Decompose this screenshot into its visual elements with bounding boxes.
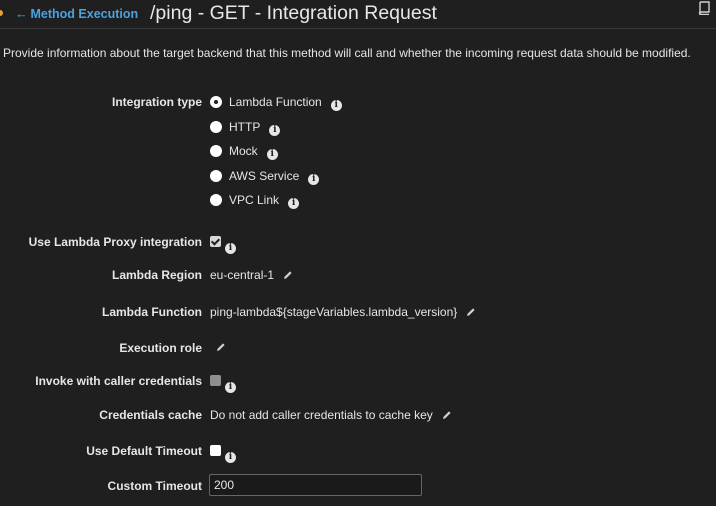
status-dot	[0, 10, 3, 16]
lambda-function-label: Lambda Function	[102, 305, 202, 319]
integration-type-row: VPC Link i	[0, 191, 716, 211]
proxy-integration-checkbox[interactable]	[210, 236, 221, 247]
invoke-caller-label: Invoke with caller credentials	[35, 374, 202, 388]
info-icon[interactable]: i	[269, 125, 281, 136]
default-timeout-checkbox[interactable]	[210, 445, 221, 456]
page-title: /ping - GET - Integration Request	[150, 2, 437, 24]
integration-type-row: HTTP i	[0, 118, 716, 138]
info-icon[interactable]: i	[225, 382, 236, 393]
info-icon[interactable]: i	[308, 174, 320, 185]
proxy-integration-label: Use Lambda Proxy integration	[28, 235, 202, 249]
lambda-region-label: Lambda Region	[111, 268, 202, 282]
info-icon[interactable]: i	[288, 198, 300, 209]
info-icon[interactable]: i	[225, 243, 236, 254]
lambda-function-value: ping-lambda${stageVariables.lambda_versi…	[210, 305, 476, 319]
radio-vpc-link[interactable]	[210, 194, 222, 206]
custom-timeout-label: Custom Timeout	[107, 479, 202, 493]
radio-lambda-function[interactable]	[210, 96, 222, 108]
pencil-icon[interactable]	[283, 270, 293, 280]
default-timeout-row: Use Default Timeout i	[0, 442, 716, 463]
execution-role-label: Execution role	[119, 341, 202, 355]
invoke-caller-row: Invoke with caller credentials i	[0, 372, 716, 393]
default-timeout-label: Use Default Timeout	[86, 444, 202, 458]
proxy-integration-row: Use Lambda Proxy integration i	[0, 233, 716, 254]
integration-type-row: Integration type Lambda Function i	[0, 93, 716, 113]
pencil-icon[interactable]	[442, 410, 452, 420]
invoke-caller-checkbox[interactable]	[210, 375, 221, 386]
info-icon[interactable]: i	[225, 452, 236, 463]
book-icon[interactable]	[698, 1, 710, 15]
lambda-region-row: Lambda Region eu-central-1	[0, 266, 716, 286]
page-header: ← Method Execution /ping - GET - Integrat…	[0, 0, 716, 29]
back-arrow-icon: ←	[15, 7, 28, 21]
credentials-cache-label: Credentials cache	[99, 408, 202, 422]
radio-mock[interactable]	[210, 145, 222, 157]
info-icon[interactable]: i	[266, 149, 278, 160]
credentials-cache-row: Credentials cache Do not add caller cred…	[0, 406, 716, 426]
lambda-region-value: eu-central-1	[210, 268, 293, 282]
radio-http-label: HTTP i	[229, 120, 281, 136]
radio-lambda-function-label: Lambda Function i	[229, 95, 342, 111]
lambda-function-row: Lambda Function ping-lambda${stageVariab…	[0, 303, 716, 323]
custom-timeout-input[interactable]	[209, 474, 422, 496]
execution-role-row: Execution role	[0, 339, 716, 359]
pencil-icon[interactable]	[466, 307, 476, 317]
custom-timeout-row: Custom Timeout	[0, 474, 716, 498]
method-execution-back-link[interactable]: ← Method Execution	[15, 7, 138, 21]
radio-vpc-link-label: VPC Link i	[229, 193, 300, 209]
back-link-label: Method Execution	[30, 7, 139, 21]
pencil-icon[interactable]	[216, 342, 226, 352]
credentials-cache-value: Do not add caller credentials to cache k…	[210, 408, 452, 422]
radio-aws-service[interactable]	[210, 170, 222, 182]
radio-mock-label: Mock i	[229, 144, 278, 160]
radio-http[interactable]	[210, 121, 222, 133]
info-icon[interactable]: i	[330, 100, 342, 111]
radio-aws-service-label: AWS Service i	[229, 169, 320, 185]
integration-type-label: Integration type	[111, 95, 202, 109]
integration-type-row: Mock i	[0, 142, 716, 162]
page-description: Provide information about the target bac…	[3, 46, 691, 60]
integration-type-row: AWS Service i	[0, 167, 716, 187]
